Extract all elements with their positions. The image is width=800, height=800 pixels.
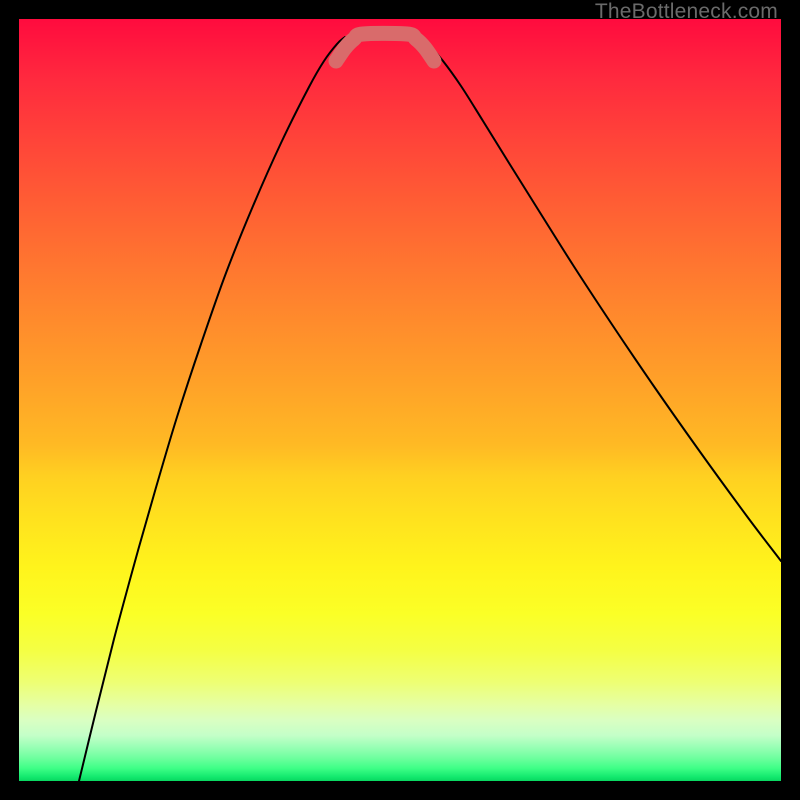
watermark-text: TheBottleneck.com [595,0,778,24]
left-curve-path [79,37,345,781]
plot-area [19,19,781,781]
chart-frame: TheBottleneck.com [0,0,800,800]
right-curve-path [419,37,781,561]
highlight-band-path [336,33,434,61]
curve-layer [19,19,781,781]
